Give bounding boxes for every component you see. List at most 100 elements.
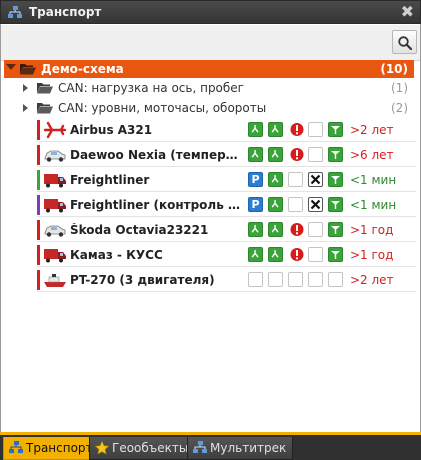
gsm-signal-icon — [328, 222, 343, 237]
status-color-bar — [37, 120, 40, 140]
object-name: Камаз - КУСС — [70, 248, 163, 262]
empty-status-icon — [248, 272, 263, 287]
gsm-signal-icon — [328, 247, 343, 262]
status-ok-icon — [248, 147, 263, 162]
object-name: Airbus A321 — [70, 123, 153, 137]
object-last-message-age: >1 год — [350, 248, 394, 262]
object-last-message-age: >1 год — [350, 223, 394, 237]
tree-group-row[interactable]: CAN: нагрузка на ось, пробег (1) — [20, 78, 416, 98]
object-row[interactable]: Airbus A321 >2 лет — [37, 118, 416, 142]
star-icon — [95, 441, 109, 455]
search-button[interactable] — [392, 30, 417, 54]
object-name: PT-270 (3 двигателя) — [70, 273, 215, 287]
alert-icon — [290, 147, 304, 165]
close-icon[interactable]: ✖ — [401, 2, 414, 21]
parking-icon: P — [248, 172, 263, 187]
object-row[interactable]: Daewoo Nexia (температура... >6 лет — [37, 143, 416, 167]
tab-geoobjects[interactable]: Геообъекты — [89, 437, 196, 460]
status-ok-icon — [268, 172, 283, 187]
status-ok-icon — [268, 122, 283, 137]
status-ok-icon — [268, 197, 283, 212]
empty-status-icon — [288, 172, 303, 187]
car-icon — [43, 220, 67, 240]
status-ok-icon — [268, 147, 283, 162]
tab-geoobjects-label: Геообъекты — [112, 441, 189, 455]
object-name: Freightliner — [70, 173, 150, 187]
truck-icon — [43, 245, 67, 265]
tree-root-count: (10) — [380, 62, 408, 76]
magnifier-icon — [398, 36, 413, 51]
object-name: Škoda Octavia23221 — [70, 223, 209, 237]
alert-icon — [290, 247, 304, 265]
no-signal-icon — [308, 172, 323, 187]
status-color-bar — [37, 195, 40, 215]
empty-status-icon — [308, 272, 323, 287]
tree-group-label: CAN: уровни, моточасы, обороты — [58, 101, 267, 115]
alert-icon — [290, 222, 304, 240]
object-row[interactable]: Freightliner P <1 мин — [37, 168, 416, 192]
expand-arrow-icon[interactable] — [23, 104, 28, 112]
empty-status-icon — [308, 222, 323, 237]
status-ok-icon — [268, 247, 283, 262]
tree-group-count: (1) — [391, 81, 408, 95]
bottom-tab-bar: Транспорт Геообъекты Мультитрек — [0, 432, 421, 460]
empty-status-icon — [308, 147, 323, 162]
network-icon — [8, 6, 22, 18]
object-last-message-age: <1 мин — [350, 173, 397, 187]
status-color-bar — [37, 245, 40, 265]
object-name: Daewoo Nexia (температура... — [70, 148, 242, 162]
object-name: Freightliner (контроль пере... — [70, 198, 242, 212]
gsm-signal-icon — [328, 197, 343, 212]
parking-icon: P — [248, 197, 263, 212]
empty-status-icon — [288, 197, 303, 212]
alert-icon — [290, 122, 304, 140]
window-titlebar: Транспорт ✖ — [0, 0, 421, 24]
tab-transport-label: Транспорт — [26, 441, 93, 455]
tree-group-count: (2) — [391, 101, 408, 115]
object-last-message-age: >2 лет — [350, 273, 394, 287]
status-ok-icon — [248, 222, 263, 237]
tree-root-row[interactable]: Демо-схема (10) — [4, 60, 414, 78]
empty-status-icon — [308, 122, 323, 137]
tree-root-label: Демо-схема — [41, 62, 124, 76]
network-icon — [193, 441, 207, 453]
tree-group-row[interactable]: CAN: уровни, моточасы, обороты (2) — [20, 98, 416, 118]
tree-group-label: CAN: нагрузка на ось, пробег — [58, 81, 244, 95]
status-ok-icon — [248, 122, 263, 137]
tab-multitrack-label: Мультитрек — [210, 441, 287, 455]
empty-status-icon — [268, 272, 283, 287]
no-signal-icon — [308, 197, 323, 212]
window-title: Транспорт — [29, 5, 102, 19]
status-color-bar — [37, 170, 40, 190]
empty-status-icon — [328, 272, 343, 287]
gsm-signal-icon — [328, 147, 343, 162]
object-row[interactable]: Камаз - КУСС >1 год — [37, 243, 416, 267]
tab-multitrack[interactable]: Мультитрек — [187, 437, 294, 460]
ship-icon — [43, 270, 67, 290]
status-ok-icon — [248, 247, 263, 262]
folder-open-icon — [37, 103, 53, 114]
status-ok-icon — [268, 222, 283, 237]
status-color-bar — [37, 145, 40, 165]
expand-arrow-icon[interactable] — [6, 64, 16, 70]
airplane-icon — [43, 120, 67, 140]
tab-transport[interactable]: Транспорт — [3, 437, 100, 460]
folder-open-icon — [20, 64, 36, 75]
empty-status-icon — [308, 247, 323, 262]
object-row[interactable]: Škoda Octavia23221 >1 год — [37, 218, 416, 242]
object-last-message-age: >2 лет — [350, 123, 394, 137]
expand-arrow-icon[interactable] — [23, 84, 28, 92]
object-last-message-age: <1 мин — [350, 198, 397, 212]
gsm-signal-icon — [328, 122, 343, 137]
toolbar — [1, 25, 420, 61]
truck-icon — [43, 195, 67, 215]
gsm-signal-icon — [328, 172, 343, 187]
network-icon — [9, 441, 23, 453]
status-color-bar — [37, 220, 40, 240]
empty-status-icon — [288, 272, 303, 287]
truck-icon — [43, 170, 67, 190]
object-row[interactable]: PT-270 (3 двигателя) >2 лет — [37, 268, 416, 292]
object-last-message-age: >6 лет — [350, 148, 394, 162]
object-row[interactable]: Freightliner (контроль пере... P <1 мин — [37, 193, 416, 217]
car-icon — [43, 145, 67, 165]
